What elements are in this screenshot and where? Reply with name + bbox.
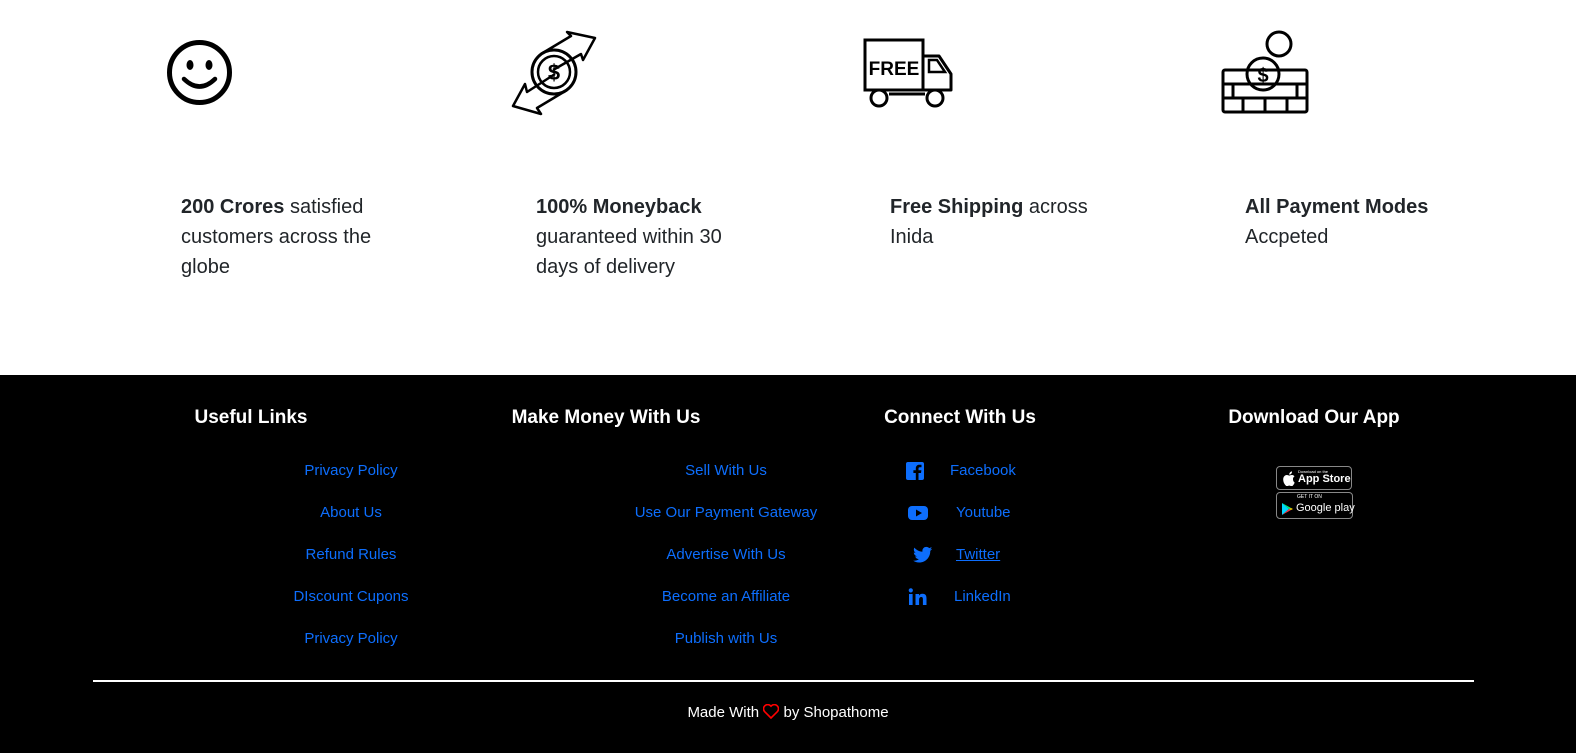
useful-links-title: Useful Links: [194, 407, 308, 428]
truck-free-text: FREE: [869, 59, 920, 80]
link-payment-gateway[interactable]: Use Our Payment Gateway: [606, 503, 846, 523]
social-linkedin[interactable]: LinkedIn: [860, 587, 1060, 609]
feature-shipping: Free Shipping across Inida: [890, 196, 1088, 248]
link-privacy-policy-2[interactable]: Privacy Policy: [251, 629, 451, 649]
link-sell-with-us[interactable]: Sell With Us: [606, 461, 846, 481]
link-privacy-policy[interactable]: Privacy Policy: [251, 461, 451, 481]
heart-icon: [763, 704, 780, 719]
link-twitter[interactable]: Twitter: [956, 545, 1000, 565]
youtube-icon: [908, 506, 928, 520]
money-exchange-icon: $: [511, 30, 597, 116]
social-youtube[interactable]: Youtube: [860, 503, 1060, 525]
features-section: $ FREE $ 200 Crores satisfied customers …: [0, 0, 1576, 375]
connect-column: Connect With Us Facebook Youtube Twitter: [860, 375, 1060, 675]
coins-wallet-icon: $: [1221, 30, 1309, 114]
footer: Useful Links Privacy Policy About Us Ref…: [0, 375, 1576, 753]
link-facebook[interactable]: Facebook: [950, 461, 1016, 481]
feature-bold: Free Shipping: [890, 196, 1024, 218]
svg-text:$: $: [548, 60, 560, 85]
make-money-column: Make Money With Us Sell With Us Use Our …: [486, 375, 818, 675]
smiley-icon: [167, 40, 232, 105]
social-twitter[interactable]: Twitter: [860, 545, 1060, 567]
link-advertise[interactable]: Advertise With Us: [606, 545, 846, 565]
feature-bold: All Payment Modes: [1245, 196, 1429, 218]
google-play-small-text: GET IT ON: [1297, 494, 1322, 500]
feature-moneyback: 100% Moneyback guaranteed within 30 days…: [536, 196, 722, 278]
connect-title: Connect With Us: [884, 407, 1036, 428]
free-delivery-truck-icon: FREE: [863, 38, 953, 108]
feature-bold: 100% Moneyback: [536, 196, 702, 218]
make-money-title: Make Money With Us: [511, 407, 701, 428]
google-play-text: Google play: [1296, 502, 1355, 514]
useful-links-column: Useful Links Privacy Policy About Us Ref…: [151, 375, 409, 675]
feature-bold: 200 Crores: [181, 196, 285, 218]
made-with-credit: Made With by Shopathome: [687, 704, 889, 721]
link-affiliate[interactable]: Become an Affiliate: [606, 587, 846, 607]
feature-payment: All Payment Modes Accpeted: [1245, 196, 1429, 248]
download-column: Download Our App Download on the App Sto…: [1214, 375, 1414, 675]
app-store-text: App Store: [1298, 473, 1351, 485]
link-youtube[interactable]: Youtube: [956, 503, 1011, 523]
facebook-icon: [906, 462, 924, 480]
twitter-icon: [913, 546, 933, 563]
link-publish[interactable]: Publish with Us: [606, 629, 846, 649]
apple-icon: [1283, 471, 1295, 486]
app-store-badge[interactable]: Download on the App Store: [1276, 466, 1352, 490]
link-linkedin[interactable]: LinkedIn: [954, 587, 1011, 607]
google-play-badge[interactable]: GET IT ON Google play: [1276, 492, 1355, 519]
social-facebook[interactable]: Facebook: [860, 461, 1060, 483]
google-play-icon: [1282, 503, 1293, 515]
footer-divider: [93, 680, 1474, 682]
feature-customers: 200 Crores satisfied customers across th…: [181, 196, 372, 278]
download-title: Download Our App: [1228, 407, 1400, 428]
link-discount-cupons[interactable]: DIscount Cupons: [251, 587, 451, 607]
link-refund-rules[interactable]: Refund Rules: [251, 545, 451, 565]
link-about-us[interactable]: About Us: [251, 503, 451, 523]
linkedin-icon: [908, 588, 927, 605]
